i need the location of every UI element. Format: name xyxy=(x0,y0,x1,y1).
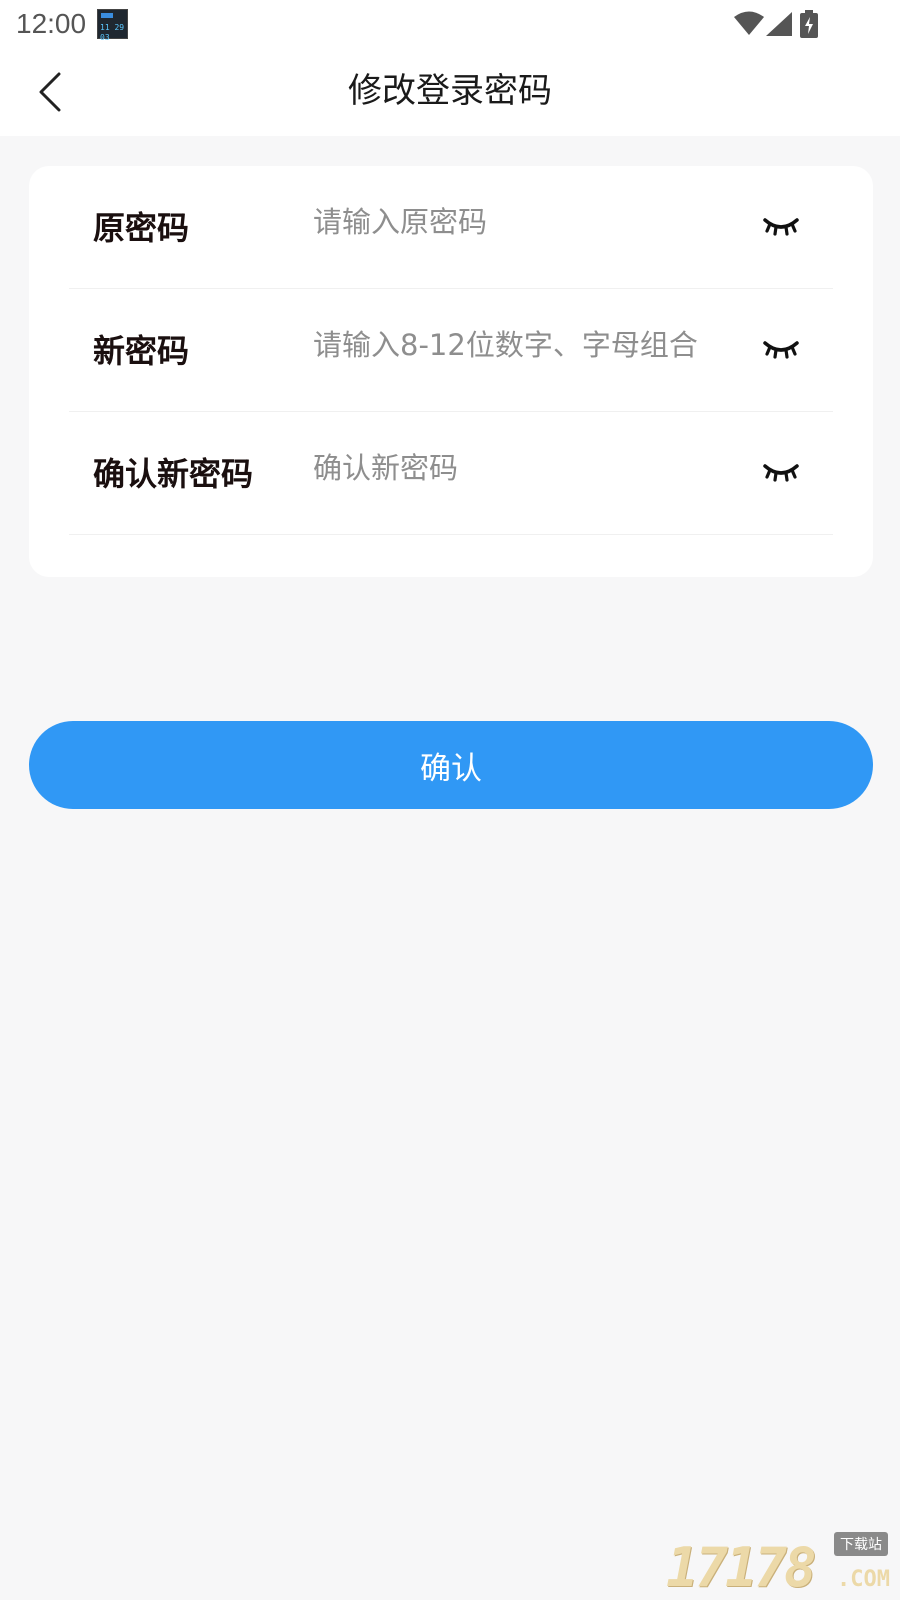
clock-widget-app-icon: 11 29 03 xyxy=(97,9,128,42)
eye-closed-icon[interactable] xyxy=(761,212,801,242)
form-row-confirm-password: 确认新密码 xyxy=(69,412,833,535)
old-password-input[interactable] xyxy=(313,200,733,244)
status-icons xyxy=(734,10,864,40)
page-title: 修改登录密码 xyxy=(348,71,552,111)
new-password-label: 新密码 xyxy=(93,332,190,370)
confirm-password-label: 确认新密码 xyxy=(93,455,254,493)
watermark-logo: 17178 下载站 .COM xyxy=(666,1532,892,1599)
status-bar: 12:00 11 29 03 xyxy=(0,0,900,50)
new-password-input[interactable] xyxy=(313,323,733,367)
battery-charging-icon xyxy=(800,10,818,38)
signal-icon xyxy=(766,12,792,36)
form-row-old-password: 原密码 xyxy=(69,166,833,289)
status-time: 12:00 xyxy=(16,8,87,39)
screen: 12:00 11 29 03 修改登录密码 原密码 新密码 确认新密码 确认 1… xyxy=(0,0,900,1600)
watermark-suffix: .COM xyxy=(837,1567,890,1592)
old-password-label: 原密码 xyxy=(93,209,190,247)
confirm-button[interactable]: 确认 xyxy=(29,721,873,809)
password-form-card: 原密码 新密码 确认新密码 xyxy=(29,166,873,577)
confirm-password-input[interactable] xyxy=(313,446,733,490)
eye-closed-icon[interactable] xyxy=(761,458,801,488)
app-icon-digits: 11 29 03 xyxy=(100,23,125,42)
header: 修改登录密码 xyxy=(0,50,900,136)
form-row-new-password: 新密码 xyxy=(69,289,833,412)
watermark-digits: 17178 xyxy=(666,1536,817,1599)
eye-closed-icon[interactable] xyxy=(761,335,801,365)
watermark-tag: 下载站 xyxy=(834,1532,888,1556)
wifi-icon xyxy=(734,11,764,35)
